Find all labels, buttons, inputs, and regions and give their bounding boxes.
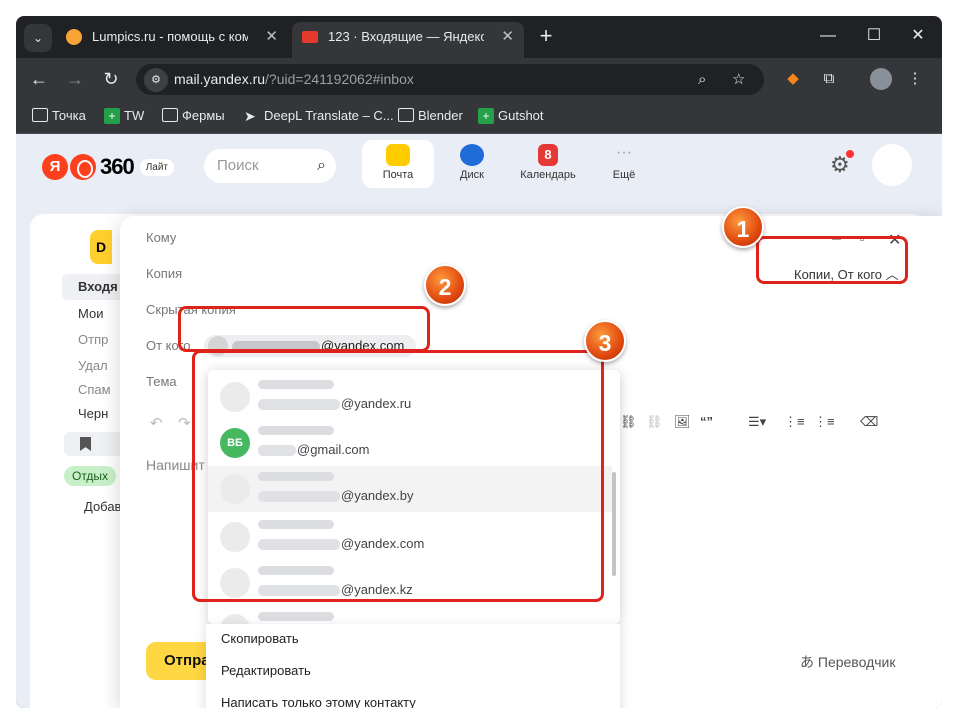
profile-avatar[interactable] <box>870 68 892 90</box>
reload-icon[interactable]: ↻ <box>98 66 124 92</box>
folder-deleted[interactable]: Удал <box>78 358 108 373</box>
annotation-box-3 <box>192 350 604 602</box>
ya-logo-icon: Я <box>42 154 68 180</box>
service-more[interactable]: ··· Ещё <box>588 140 660 188</box>
close-tab-icon[interactable]: ✕ <box>265 22 278 52</box>
site-info-icon[interactable]: ⚙ <box>144 68 168 92</box>
extensions-icon[interactable]: ⧉ <box>818 68 840 90</box>
bookmark-fermy[interactable]: Фермы <box>162 107 225 125</box>
tab-lumpics[interactable]: Lumpics.ru - помощь с компь ✕ <box>56 22 288 58</box>
back-icon[interactable]: ← <box>26 66 52 92</box>
annotation-box-2 <box>178 306 430 352</box>
translator-button[interactable]: あ Переводчик <box>800 652 895 672</box>
menu-icon[interactable]: ⋮ <box>904 68 926 90</box>
dropdown-scrollbar[interactable] <box>612 472 616 576</box>
settings-gear-icon[interactable]: ⚙ <box>830 150 854 178</box>
unlink-icon[interactable]: ⛓ <box>646 414 663 430</box>
green-square-icon: + <box>104 108 120 124</box>
contact-context-menu: Скопировать Редактировать Написать тольк… <box>206 624 620 708</box>
align-icon[interactable]: ☰▾ <box>748 414 766 430</box>
translate-icon: あ <box>800 654 814 670</box>
new-tab-button[interactable]: + <box>532 22 560 50</box>
quote-icon[interactable]: “” <box>700 414 713 429</box>
disk-icon <box>460 144 484 166</box>
folder-mine[interactable]: Мои <box>78 306 103 321</box>
browser-toolbar: ← → ↻ ⚙ mail.yandex.ru/?uid=241192062#in… <box>16 58 942 100</box>
tab-search-button[interactable]: ⌄ <box>24 24 52 52</box>
tab-strip: ⌄ Lumpics.ru - помощь с компь ✕ 123 · Вх… <box>16 16 942 58</box>
user-avatar[interactable] <box>872 144 912 186</box>
bullet-list-icon[interactable]: ⋮≡ <box>814 414 835 430</box>
numbered-list-icon[interactable]: ⋮≡ <box>784 414 805 430</box>
more-dots-icon: ··· <box>616 144 632 161</box>
bookmark-deepl[interactable]: ➤ DeepL Translate – C... <box>244 107 394 125</box>
service-disk[interactable]: Диск <box>436 140 508 188</box>
add-folder-link[interactable]: Добав <box>84 499 121 514</box>
bookmarks-bar: Точка + TW Фермы ➤ DeepL Translate – C... … <box>16 100 942 134</box>
tab-yandex-mail[interactable]: 123 · Входящие — Яндекс Поч ✕ <box>292 22 524 58</box>
edit-menu-item[interactable]: Редактировать <box>221 663 311 678</box>
contact-avatar <box>220 614 250 624</box>
copy-menu-item[interactable]: Скопировать <box>221 631 299 646</box>
annotation-badge-3: 3 <box>584 320 626 362</box>
compose-button[interactable]: D <box>90 230 112 264</box>
cc-label[interactable]: Копия <box>146 266 182 281</box>
bookmark-blender[interactable]: Blender <box>398 107 463 125</box>
service-calendar[interactable]: 8 Календарь <box>512 140 584 188</box>
lumpics-favicon-icon <box>66 29 82 45</box>
app-header: Я 360 Лайт Поиск ⌕ Почта Диск 8 Календар… <box>16 134 942 202</box>
contact-item[interactable] <box>208 606 612 624</box>
forward-icon[interactable]: → <box>62 66 88 92</box>
annotation-badge-2: 2 <box>424 264 466 306</box>
calendar-icon: 8 <box>538 144 558 166</box>
address-bar[interactable]: ⚙ mail.yandex.ru/?uid=241192062#inbox ⌕ … <box>136 64 764 95</box>
folder-icon <box>398 108 414 122</box>
bookmark-tw[interactable]: + TW <box>104 107 144 125</box>
annotation-box-1 <box>756 236 908 284</box>
bookmark-star-icon[interactable]: ☆ <box>732 64 745 95</box>
folder-icon <box>162 108 178 122</box>
green-square-icon: + <box>478 108 494 124</box>
bookmark-tochka[interactable]: Точка <box>32 107 86 125</box>
search-icon[interactable]: ⌕ <box>317 149 326 183</box>
to-label[interactable]: Кому <box>146 230 176 245</box>
bookmark-gutshot[interactable]: + Gutshot <box>478 107 544 125</box>
folder-spam[interactable]: Спам <box>78 382 111 397</box>
undo-icon[interactable]: ↶ <box>150 414 163 432</box>
write-only-menu-item[interactable]: Написать только этому контакту <box>221 695 416 708</box>
close-window-button[interactable]: ✕ <box>898 22 938 50</box>
maximize-button[interactable]: ☐ <box>854 22 894 50</box>
gmail-favicon-icon <box>302 31 318 43</box>
folder-inbox[interactable]: Входя <box>62 274 128 300</box>
folder-drafts[interactable]: Черн <box>78 406 108 421</box>
notification-dot <box>845 150 854 158</box>
metamask-icon[interactable]: ◆ <box>782 68 804 90</box>
search-input[interactable]: Поиск ⌕ <box>204 149 336 183</box>
folder-sent[interactable]: Отпр <box>78 332 108 347</box>
folder-icon <box>32 108 48 122</box>
send-button[interactable]: Отпра <box>146 642 210 680</box>
blurred-name <box>258 612 334 621</box>
deepl-icon: ➤ <box>244 108 256 124</box>
minimize-button[interactable]: — <box>808 22 848 50</box>
bookmark-icon <box>80 437 91 451</box>
image-icon[interactable]: 🖼 <box>674 414 691 430</box>
link-icon[interactable]: ⛓ <box>620 414 637 430</box>
close-tab-icon[interactable]: ✕ <box>501 22 514 52</box>
subject-label[interactable]: Тема <box>146 374 177 389</box>
service-mail[interactable]: Почта <box>362 140 434 188</box>
tag-otdyh[interactable]: Отдых <box>64 466 117 486</box>
clear-format-icon[interactable]: ⌫ <box>860 414 878 430</box>
yandex-360-logo[interactable]: Я 360 Лайт <box>42 152 175 182</box>
rings-logo-icon <box>70 154 96 180</box>
annotation-badge-1: 1 <box>722 206 764 248</box>
zoom-icon[interactable]: ⌕ <box>698 64 706 95</box>
redo-icon[interactable]: ↷ <box>178 414 191 432</box>
mail-envelope-icon <box>386 144 410 166</box>
